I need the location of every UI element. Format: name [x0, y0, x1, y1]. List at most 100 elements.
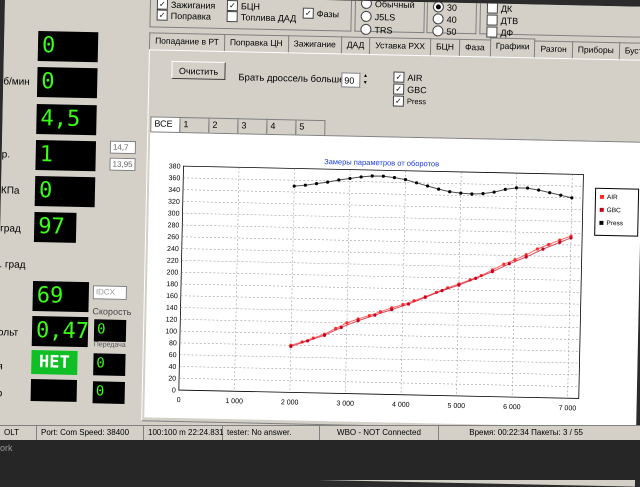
chart-legend: AIR GBC Press: [594, 187, 640, 237]
status-time: 100:100 m 22:24.831: [144, 426, 224, 440]
tab-bcn[interactable]: БЦН: [429, 38, 461, 57]
radio-selected-icon: [432, 1, 445, 13]
checkbox-press[interactable]: ✓ Press: [392, 95, 426, 107]
throttle-spinner[interactable]: ▲ ▼: [359, 72, 371, 89]
y-tick-label: 240: [167, 246, 179, 253]
subtab-1[interactable]: 1: [179, 117, 210, 133]
legend-swatch: [599, 220, 604, 225]
param-value-12: 0: [92, 381, 125, 404]
tab-faza[interactable]: Фаза: [458, 38, 491, 58]
check-icon: ✓: [392, 95, 405, 107]
param-label-kpa: КПа: [0, 185, 20, 197]
tab-razgon[interactable]: Разгон: [534, 40, 573, 60]
x-tick-label: 5 000: [447, 403, 465, 410]
radio-40[interactable]: 40: [432, 13, 457, 25]
chart-title: Замеры параметров от оборотов: [324, 157, 439, 168]
y-tick-label: 280: [168, 222, 180, 229]
legend-label: Press: [606, 220, 624, 227]
y-tick-label: 220: [167, 258, 179, 265]
subtab-5[interactable]: 5: [295, 119, 326, 136]
x-tick-label: 1 000: [225, 398, 243, 405]
radio-30[interactable]: 30: [432, 1, 457, 13]
status-wbo: WBO - NOT Connected: [320, 426, 439, 440]
legend-label: AIR: [607, 194, 618, 201]
param-value-7: 69: [32, 281, 90, 313]
checkbox-dtv[interactable]: ДТВ: [486, 14, 519, 26]
y-tick-label: 160: [166, 293, 178, 300]
param-label-r: р.: [1, 149, 11, 161]
radio-icon: [432, 25, 444, 37]
checkbox-air[interactable]: ✓ AIR: [393, 71, 423, 84]
y-tick-label: 80: [169, 340, 177, 347]
plot-frame: [178, 165, 584, 399]
speed-value: 0: [93, 319, 127, 342]
y-tick-label: 180: [166, 281, 178, 288]
gear-label: Передача: [93, 341, 126, 349]
checkbox-toplivo[interactable]: Топлива ДАД: [226, 10, 297, 23]
subtab-3[interactable]: 3: [237, 118, 268, 134]
status-net-indicator: НЕТ: [31, 349, 78, 375]
status-olt: OLT: [0, 426, 37, 440]
subtab-4[interactable]: 4: [266, 118, 297, 135]
param-value-6: 97: [33, 212, 77, 243]
check-icon: ✓: [393, 83, 405, 95]
y-tick-label: 120: [166, 317, 178, 324]
empty-check-icon: [226, 10, 238, 23]
checkbox-dk[interactable]: ДК: [486, 2, 513, 14]
taskbar-text: ork: [0, 443, 13, 453]
legend-svg: AIR GBC Press: [599, 194, 624, 227]
checkbox-popravka[interactable]: ✓ Поправка: [156, 9, 211, 22]
app-window: ✓ Зажигания ✓ Поправка ✓ БЦН Топлива ДАД ✓ Ф…: [0, 0, 640, 487]
param-label-ya: я: [0, 361, 3, 373]
x-tick-label: 6 000: [503, 404, 521, 411]
param-value-2: 0: [36, 67, 98, 99]
param-label-grad: град: [0, 223, 21, 235]
x-tick-label: 0: [177, 397, 181, 404]
tab-dad[interactable]: ДАД: [340, 36, 371, 56]
param-label-volt: ольт: [0, 327, 19, 339]
checkbox-fazy[interactable]: ✓ Фазы: [302, 7, 340, 20]
radio-50[interactable]: 50: [432, 25, 457, 37]
subtab-2[interactable]: 2: [208, 117, 239, 134]
tab-pribory[interactable]: Приборы: [571, 41, 620, 61]
status-bar: OLT Port: Com Speed: 38400 100:100 m 22:…: [0, 425, 640, 440]
y-tick-label: 100: [165, 328, 177, 335]
param-label-r2: р: [0, 388, 3, 400]
checkbox-df[interactable]: ДФ: [486, 26, 513, 38]
empty-check-icon: [486, 2, 499, 14]
x-tick-label: 4 000: [392, 402, 410, 409]
y-tick-label: 320: [168, 199, 180, 206]
gear-value: 0: [93, 353, 126, 376]
checkbox-gbc[interactable]: ✓ GBC: [393, 83, 427, 96]
y-tick-label: 300: [168, 210, 180, 217]
param-value-4: 1: [35, 140, 97, 172]
y-tick-label: 40: [168, 364, 176, 371]
y-tick-label: 380: [169, 163, 181, 170]
check-icon: ✓: [156, 0, 169, 10]
status-tester: tester: No answer.: [223, 426, 320, 440]
param-label-grad2: . град: [0, 259, 26, 271]
legend-label: GBC: [607, 207, 622, 214]
y-tick-label: 360: [168, 175, 180, 182]
y-tick-label: 260: [167, 234, 179, 241]
speed-label: Скорость: [92, 306, 132, 318]
param-label-rpm: б/мин: [3, 76, 30, 88]
param-value-3: 4,5: [36, 104, 97, 136]
chart-area: Замеры параметров от оборотов 0 20 40 60 80 1…: [144, 131, 640, 428]
legend-swatch: [599, 194, 605, 199]
param-value-8: 0,47: [31, 315, 89, 348]
y-tick-label: 0: [172, 387, 176, 394]
y-tick-label: 60: [169, 352, 177, 359]
radio-trs[interactable]: TRS: [360, 23, 393, 36]
tab-grafiki[interactable]: Графики: [489, 37, 536, 59]
param-value-5: 0: [34, 176, 96, 208]
radio-j5ls[interactable]: J5LS: [360, 10, 396, 23]
x-tick-label: 7 000: [559, 405, 577, 412]
check-icon: ✓: [302, 7, 314, 19]
radio-mode-top[interactable]: Обычный: [360, 0, 415, 10]
subtab-all[interactable]: ВСЕ: [150, 116, 181, 133]
param-value-1: 0: [37, 31, 99, 63]
clear-button[interactable]: Очистить: [171, 60, 226, 80]
radio-icon: [432, 13, 444, 25]
checkbox-bcn[interactable]: ✓ БЦН: [226, 0, 260, 12]
